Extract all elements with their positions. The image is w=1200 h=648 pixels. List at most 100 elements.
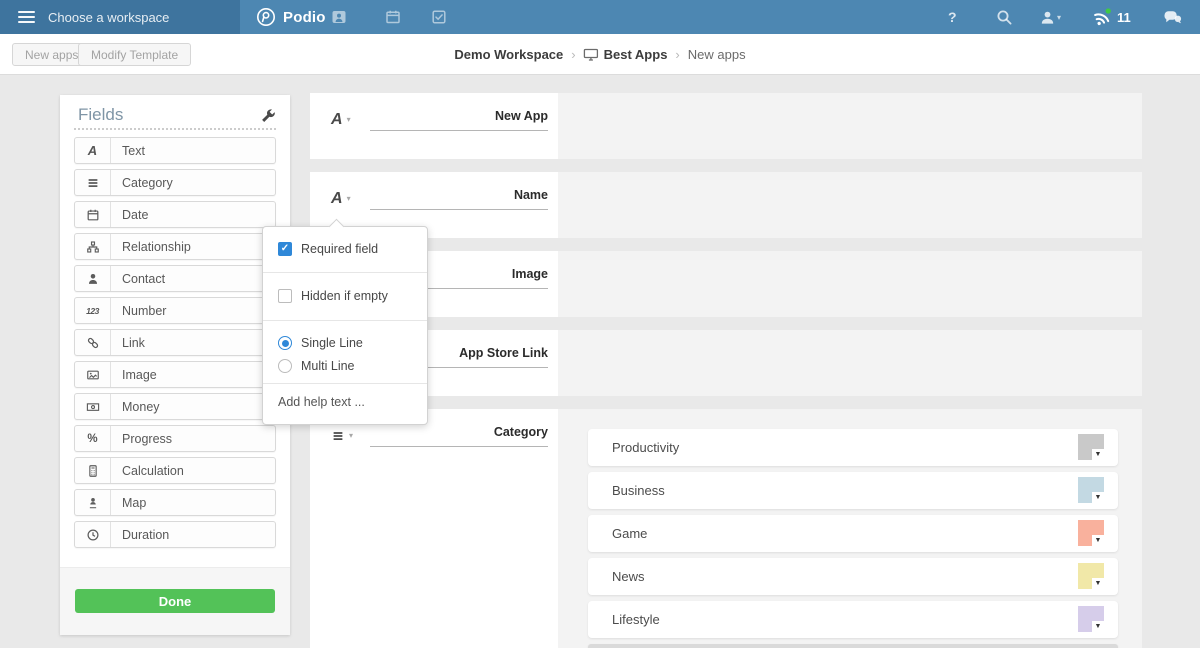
breadcrumb-page: New apps: [688, 47, 746, 62]
field-type-number[interactable]: 123 Number: [74, 297, 276, 324]
map-icon: [75, 490, 111, 515]
contacts-icon[interactable]: [331, 9, 347, 25]
breadcrumb-app[interactable]: Best Apps: [584, 47, 668, 62]
add-help-text-link[interactable]: Add help text ...: [278, 395, 365, 409]
breadcrumb-separator: ›: [675, 47, 679, 62]
popup-divider: [263, 383, 427, 384]
drag-placeholder: [74, 128, 276, 130]
calendar-nav-icon[interactable]: [385, 9, 401, 25]
hidden-if-empty-checkbox[interactable]: [278, 289, 292, 303]
hidden-if-empty-option[interactable]: Hidden if empty: [278, 289, 388, 303]
podio-logo-text: Podio: [283, 9, 326, 26]
color-swatch[interactable]: ▼: [1078, 477, 1104, 503]
podio-logo-icon: [256, 7, 276, 27]
money-icon: [75, 394, 111, 419]
done-button[interactable]: Done: [75, 589, 275, 613]
field-type-calculation[interactable]: Calculation: [74, 457, 276, 484]
calculator-icon: [75, 458, 111, 483]
chevron-down-icon: ▾: [349, 431, 353, 440]
fields-panel-title: Fields: [78, 105, 123, 125]
breadcrumb-workspace[interactable]: Demo Workspace: [454, 47, 563, 62]
category-icon: [75, 170, 111, 195]
top-navigation-bar: Choose a workspace Podio: [0, 0, 1200, 34]
required-field-option[interactable]: Required field: [278, 242, 378, 256]
chevron-down-icon: ▼: [1095, 623, 1102, 630]
podio-logo[interactable]: Podio: [256, 0, 326, 34]
hamburger-menu-icon[interactable]: [18, 8, 35, 26]
account-menu-icon[interactable]: ▾: [1040, 0, 1061, 34]
field-type-image[interactable]: Image: [74, 361, 276, 388]
account-caret-icon: ▾: [1057, 13, 1061, 22]
field-settings-area: [558, 93, 1142, 159]
field-title-input[interactable]: Name: [370, 188, 548, 210]
percent-icon: %: [75, 426, 111, 451]
chevron-down-icon: ▾: [347, 115, 351, 124]
field-type-category[interactable]: Category: [74, 169, 276, 196]
text-icon: A: [331, 190, 343, 208]
field-type-date[interactable]: Date: [74, 201, 276, 228]
required-field-checkbox[interactable]: [278, 242, 292, 256]
chevron-down-icon: ▼: [1095, 451, 1102, 458]
form-field-row-app-store-link: App Store Link: [310, 330, 1142, 396]
field-settings-area: [558, 172, 1142, 238]
color-swatch[interactable]: ▼: [1078, 434, 1104, 460]
field-type-contact[interactable]: Contact: [74, 265, 276, 292]
breadcrumb-app-label: Best Apps: [604, 47, 668, 62]
field-type-duration[interactable]: Duration: [74, 521, 276, 548]
category-option-productivity[interactable]: Productivity ▼: [588, 429, 1118, 466]
field-type-text[interactable]: A Text: [74, 137, 276, 164]
modify-template-button[interactable]: Modify Template: [78, 43, 191, 66]
field-type-progress[interactable]: % Progress: [74, 425, 276, 452]
single-line-radio[interactable]: [278, 336, 292, 350]
notifications-button[interactable]: 11: [1092, 0, 1131, 34]
relationship-icon: [75, 234, 111, 259]
color-swatch[interactable]: ▼: [1078, 563, 1104, 589]
calendar-icon: [75, 202, 111, 227]
field-settings-area: [558, 330, 1142, 396]
category-option-news[interactable]: News ▼: [588, 558, 1118, 595]
multi-line-option[interactable]: Multi Line: [278, 359, 355, 373]
text-field-type-button[interactable]: A▾: [331, 190, 351, 208]
multi-line-radio[interactable]: [278, 359, 292, 373]
field-settings-area: [558, 251, 1142, 317]
chat-icon[interactable]: [1163, 0, 1182, 34]
number-icon: 123: [75, 298, 111, 323]
popup-divider: [263, 272, 427, 273]
text-icon: A: [331, 111, 343, 129]
field-title-input[interactable]: New App: [370, 109, 548, 131]
chevron-down-icon: ▼: [1095, 494, 1102, 501]
search-icon[interactable]: [996, 0, 1013, 34]
help-icon[interactable]: ?: [948, 0, 957, 34]
field-type-money[interactable]: Money: [74, 393, 276, 420]
color-swatch[interactable]: ▼: [1078, 520, 1104, 546]
form-field-row-new-app: A▾ New App: [310, 93, 1142, 159]
color-swatch[interactable]: ▼: [1078, 606, 1104, 632]
tasks-icon[interactable]: [431, 9, 447, 25]
field-title-input[interactable]: Category: [370, 425, 548, 447]
category-option-lifestyle[interactable]: Lifestyle ▼: [588, 601, 1118, 638]
fields-panel: Fields A Text Category Date: [60, 95, 290, 635]
field-settings-popup: Required field Hidden if empty Single Li…: [262, 226, 428, 425]
link-icon: [75, 330, 111, 355]
workspace-selector[interactable]: Choose a workspace: [0, 0, 240, 34]
notification-count: 11: [1117, 10, 1131, 25]
fields-panel-footer: Done: [60, 567, 290, 635]
category-field-type-button[interactable]: ▾: [331, 427, 353, 443]
field-type-map[interactable]: Map: [74, 489, 276, 516]
image-icon: [75, 362, 111, 387]
category-options-list: Productivity ▼ Business ▼ Game ▼ News ▼ …: [588, 429, 1118, 648]
contact-icon: [75, 266, 111, 291]
wrench-icon[interactable]: [260, 108, 276, 124]
single-line-option[interactable]: Single Line: [278, 336, 363, 350]
field-type-list: A Text Category Date Relationship: [74, 137, 276, 553]
secondary-toolbar: New apps Modify Template Demo Workspace …: [0, 34, 1200, 75]
field-type-link[interactable]: Link: [74, 329, 276, 356]
category-icon: [331, 429, 345, 443]
text-field-type-button[interactable]: A▾: [331, 111, 351, 129]
clock-icon: [75, 522, 111, 547]
field-type-relationship[interactable]: Relationship: [74, 233, 276, 260]
category-option-business[interactable]: Business ▼: [588, 472, 1118, 509]
category-option-game[interactable]: Game ▼: [588, 515, 1118, 552]
chevron-down-icon: ▼: [1095, 580, 1102, 587]
workspace-selector-label: Choose a workspace: [48, 10, 169, 25]
